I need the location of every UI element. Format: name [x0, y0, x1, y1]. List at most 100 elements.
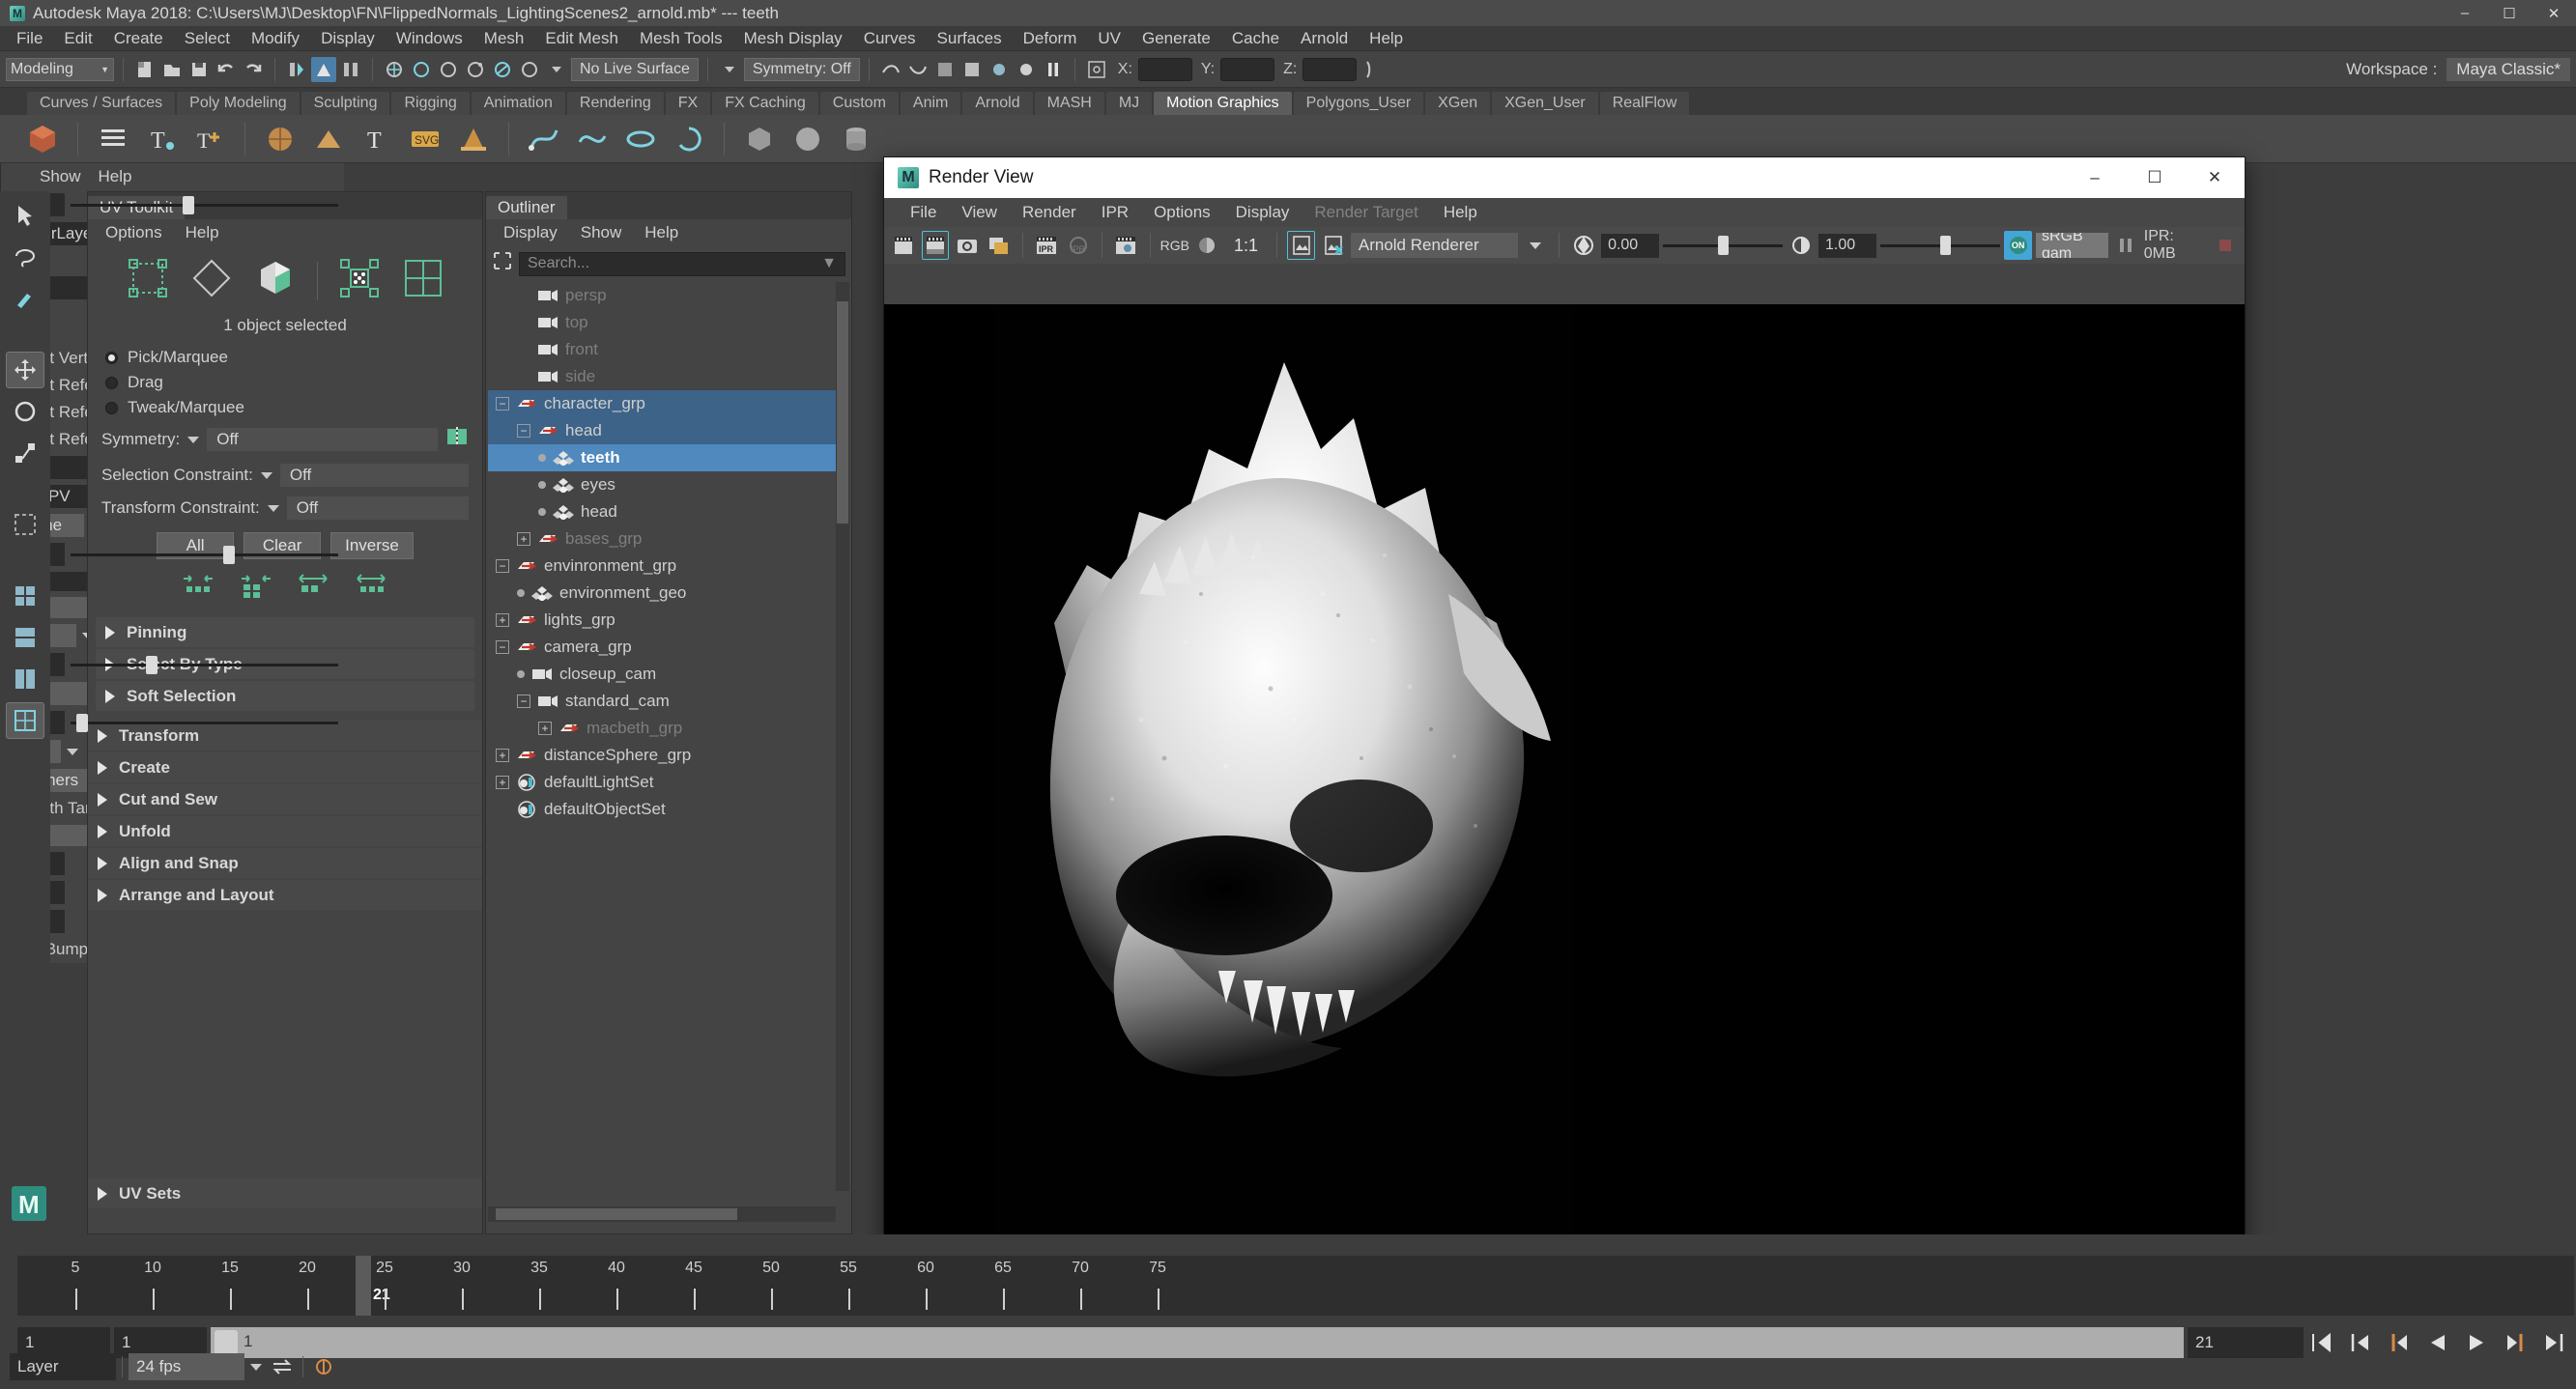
- menu-modify[interactable]: Modify: [241, 27, 310, 50]
- menu-windows[interactable]: Windows: [386, 27, 473, 50]
- uv-select-shell-border-icon[interactable]: [298, 571, 330, 604]
- chevron-down-icon[interactable]: [67, 748, 78, 755]
- uv-inverse-button[interactable]: Inverse: [330, 532, 414, 559]
- shelf-type-tool-icon[interactable]: T: [358, 120, 396, 158]
- ae-menu-show[interactable]: Show: [40, 167, 81, 186]
- select-by-hierarchy-icon[interactable]: [284, 57, 309, 82]
- maximize-button[interactable]: ☐: [2487, 0, 2532, 26]
- outliner-item-head[interactable]: − head: [488, 417, 836, 444]
- time-slider[interactable]: 21 5 10 15 20 25 30 35 40 45 50 55 60 65 70 75: [17, 1256, 2574, 1316]
- outliner-item-side[interactable]: side: [488, 363, 836, 390]
- shelf-motion-trail-icon[interactable]: [573, 120, 612, 158]
- menu-select[interactable]: Select: [174, 27, 241, 50]
- minimize-button[interactable]: –: [2443, 0, 2487, 26]
- render-view-menu-help[interactable]: Help: [1431, 203, 1490, 222]
- time-cursor[interactable]: 21: [356, 1256, 390, 1316]
- hypershade-icon[interactable]: [1014, 57, 1039, 82]
- collapse-icon[interactable]: −: [496, 559, 509, 573]
- render-settings-icon[interactable]: [987, 57, 1012, 82]
- keep-image-icon[interactable]: [1287, 231, 1316, 260]
- render-view-menu-options[interactable]: Options: [1141, 203, 1223, 222]
- uv-section-create[interactable]: Create: [88, 752, 482, 782]
- uv-mode-pick-marquee[interactable]: Pick/Marquee: [88, 345, 482, 370]
- chevron-down-icon[interactable]: [250, 1363, 262, 1371]
- chevron-down-icon[interactable]: [717, 57, 742, 82]
- shelf-tab-realflow[interactable]: RealFlow: [1599, 92, 1690, 115]
- time-slider-grip[interactable]: [0, 1256, 17, 1316]
- shelf-tab-xgen[interactable]: XGen: [1425, 92, 1491, 115]
- workspace-selector[interactable]: Maya Classic*: [2447, 57, 2570, 81]
- outliner-item-character_grp[interactable]: − character_grp: [488, 390, 836, 417]
- undo-icon[interactable]: [214, 57, 239, 82]
- uv-menu-options[interactable]: Options: [96, 222, 172, 243]
- uv-sets-section[interactable]: UV Sets: [88, 1178, 482, 1208]
- outliner-search-input[interactable]: Search... ▼: [519, 251, 845, 276]
- renderer-selector[interactable]: Arnold Renderer: [1350, 233, 1518, 258]
- menu-surfaces[interactable]: Surfaces: [927, 27, 1013, 50]
- chevron-down-icon[interactable]: ▼: [821, 255, 837, 272]
- alpha-channel-icon[interactable]: [1193, 231, 1221, 260]
- expand-icon[interactable]: +: [496, 749, 509, 762]
- shelf-orbit-icon[interactable]: [621, 120, 660, 158]
- render-view-menu-display[interactable]: Display: [1223, 203, 1302, 222]
- expand-icon[interactable]: +: [517, 532, 530, 546]
- shelf-spiral-icon[interactable]: [670, 120, 708, 158]
- uv-mode-tweak-marquee[interactable]: Tweak/Marquee: [88, 395, 482, 420]
- shelf-tab-fx[interactable]: FX: [665, 92, 711, 115]
- outliner-menu-help[interactable]: Help: [635, 222, 688, 243]
- shelf-tab-rendering[interactable]: Rendering: [566, 92, 664, 115]
- shelf-tab-motion-graphics[interactable]: Motion Graphics: [1154, 92, 1292, 115]
- gamma-slider[interactable]: [1879, 233, 2001, 258]
- two-pane-layout-icon[interactable]: [6, 619, 44, 656]
- render-view-close-button[interactable]: ✕: [2185, 157, 2245, 198]
- render-settings-icon[interactable]: [1112, 231, 1140, 260]
- ipr-render-icon[interactable]: IPR: [1033, 231, 1061, 260]
- scrollbar-thumb[interactable]: [837, 301, 848, 524]
- snap-to-grid-icon[interactable]: [382, 57, 407, 82]
- pause-icon[interactable]: [1041, 57, 1066, 82]
- loop-playback-icon[interactable]: [268, 1353, 297, 1380]
- construction-history-icon[interactable]: [905, 57, 930, 82]
- menu-uv[interactable]: UV: [1087, 27, 1131, 50]
- snap-to-projected-center-icon[interactable]: [463, 57, 488, 82]
- shelf-sphere-icon[interactable]: [788, 120, 827, 158]
- outliner-item-defaultlightset[interactable]: + defaultLightSet: [488, 769, 836, 796]
- uv-selection-constraint-value[interactable]: Off: [279, 464, 469, 487]
- new-scene-icon[interactable]: [132, 57, 157, 82]
- exposure-input[interactable]: 0.00: [1601, 233, 1659, 258]
- menu-arnold[interactable]: Arnold: [1290, 27, 1359, 50]
- outliner-item-top[interactable]: top: [488, 309, 836, 336]
- uv-shrink-selection-icon[interactable]: [182, 571, 215, 604]
- uv-symmetry-value[interactable]: Off: [207, 428, 438, 451]
- chevron-down-icon[interactable]: [260, 471, 272, 479]
- outliner-menu-show[interactable]: Show: [571, 222, 632, 243]
- menu-edit-mesh[interactable]: Edit Mesh: [534, 27, 629, 50]
- outliner-item-persp[interactable]: persp: [488, 282, 836, 309]
- outliner-filter-icon[interactable]: [492, 250, 513, 277]
- menu-mesh-display[interactable]: Mesh Display: [733, 27, 853, 50]
- uv-section-unfold[interactable]: Unfold: [88, 816, 482, 846]
- uv-select-uv-icon[interactable]: [337, 256, 382, 306]
- shelf-motion-path-icon[interactable]: [525, 120, 563, 158]
- menu-create[interactable]: Create: [103, 27, 174, 50]
- uv-section-align-and-snap[interactable]: Align and Snap: [88, 848, 482, 878]
- uv-symmetry-toggle-icon[interactable]: [445, 425, 469, 454]
- snapshot-icon[interactable]: [953, 231, 981, 260]
- uv-transform-constraint-value[interactable]: Off: [286, 496, 469, 520]
- stop-render-icon[interactable]: [2211, 231, 2239, 260]
- shelf-mash-network-icon[interactable]: [23, 120, 62, 158]
- scale-tool-icon[interactable]: [6, 435, 44, 471]
- outliner-item-camera_grp[interactable]: − camera_grp: [488, 634, 836, 661]
- shelf-type-icon[interactable]: T: [142, 120, 181, 158]
- render-view-menu-ipr[interactable]: IPR: [1089, 203, 1141, 222]
- uv-section-soft-selection[interactable]: Soft Selection: [96, 681, 474, 711]
- chevron-down-icon[interactable]: [544, 57, 569, 82]
- shelf-tab-rigging[interactable]: Rigging: [391, 92, 470, 115]
- move-tool-icon[interactable]: [6, 352, 44, 388]
- menu-generate[interactable]: Generate: [1131, 27, 1221, 50]
- outliner-menu-display[interactable]: Display: [494, 222, 567, 243]
- shelf-tab-mj[interactable]: MJ: [1105, 92, 1153, 115]
- uv-grid-icon[interactable]: [401, 256, 445, 306]
- menu-display[interactable]: Display: [310, 27, 386, 50]
- shelf-mash-sphere-icon[interactable]: [261, 120, 300, 158]
